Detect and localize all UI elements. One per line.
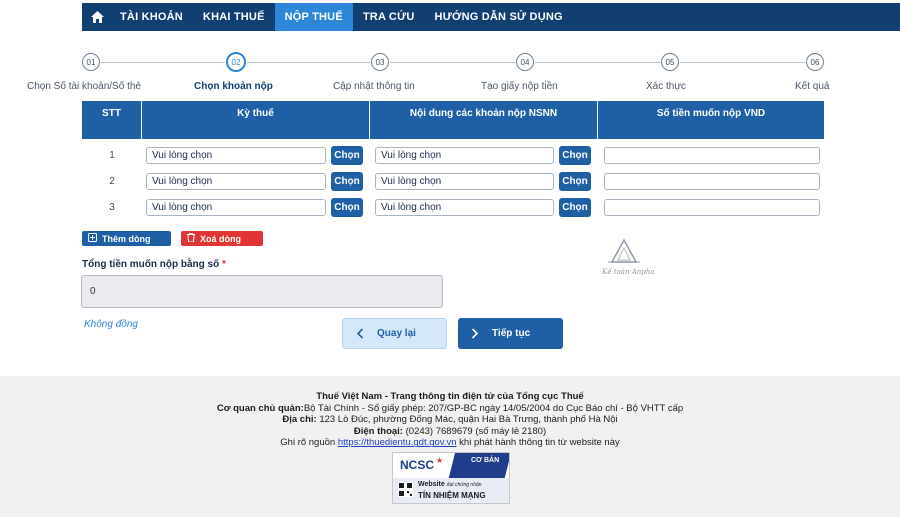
back-button-label: Quay lại <box>377 328 416 339</box>
column-header-noi-dung: Nội dung các khoản nộp NSNN <box>370 101 598 139</box>
step-4-number: 04 <box>516 53 534 71</box>
tax-period-select[interactable]: Vui lòng chọn <box>146 146 326 164</box>
step-4-label: Tạo giấy nộp tiền <box>481 81 558 92</box>
nav-item-nop-thue[interactable]: NỘP THUẾ <box>274 3 353 31</box>
column-header-ky-thue: Kỳ thuế <box>142 101 370 139</box>
watermark-logo: Kế toán Anpha <box>602 238 655 283</box>
nav-item-tai-khoan[interactable]: TÀI KHOẢN <box>110 3 193 31</box>
continue-button-label: Tiếp tục <box>492 328 531 339</box>
nav-item-tra-cuu[interactable]: TRA CỨU <box>353 3 425 31</box>
total-amount-label-text: Tổng tiền muốn nộp bằng số <box>82 259 220 270</box>
choose-tax-period-button[interactable]: Chọn <box>331 171 363 191</box>
add-row-label: Thêm dòng <box>102 233 151 244</box>
ncsc-badge-line2: TÍN NHIỆM MẠNG <box>418 491 486 500</box>
step-connector <box>247 62 370 63</box>
home-icon[interactable] <box>84 3 110 31</box>
required-mark: * <box>221 259 226 270</box>
trash-icon <box>187 233 195 244</box>
step-1-label: Chọn Số tài khoản/Số thẻ <box>27 81 141 92</box>
footer-site-title: Thuế Việt Nam - Trang thông tin điện tử … <box>316 391 584 402</box>
choose-tax-period-button[interactable]: Chọn <box>331 145 363 165</box>
chevron-right-icon <box>458 326 492 342</box>
step-3-label: Cập nhật thông tin <box>333 81 415 92</box>
step-3-number: 03 <box>371 53 389 71</box>
choose-tax-period-button[interactable]: Chọn <box>331 197 363 217</box>
ncsc-org-label: NCSC <box>400 458 435 472</box>
add-row-button[interactable]: Thêm dòng <box>82 231 171 246</box>
qr-code-icon <box>398 482 413 497</box>
row-number: 2 <box>109 175 115 187</box>
column-header-stt: STT <box>82 101 142 139</box>
tax-period-select[interactable]: Vui lòng chọn <box>146 172 326 190</box>
back-button[interactable]: Quay lại <box>342 318 447 349</box>
step-5-label: Xác thực <box>646 81 687 92</box>
amount-input[interactable] <box>604 146 820 164</box>
table-row: 2 Vui lòng chọn Chọn Vui lòng chọn Chọn <box>82 168 824 194</box>
footer-phone: Điện thoại: (0243) 7689679 (số máy lẻ 21… <box>353 425 547 437</box>
delete-row-label: Xoá dòng <box>200 233 241 244</box>
total-amount-field: 0 <box>81 275 443 308</box>
ncsc-level-label: CƠ BẢN <box>471 457 500 464</box>
row-number: 1 <box>109 149 115 161</box>
total-amount-label: Tổng tiền muốn nộp bằng số * <box>82 259 226 270</box>
step-6-number: 06 <box>806 53 824 71</box>
column-header-so-tien: Số tiền muốn nộp VND <box>656 108 766 119</box>
step-2-label: Chọn khoản nộp <box>194 81 273 92</box>
choose-payment-content-button[interactable]: Chọn <box>559 171 591 191</box>
footer-agency: Cơ quan chủ quản:Bộ Tài Chính - Số giấy … <box>216 402 684 414</box>
star-icon: ★ <box>436 456 444 465</box>
ncsc-badge-line1: Website đạt chứng nhận <box>418 481 482 488</box>
step-1-number: 01 <box>82 53 100 71</box>
amount-input[interactable] <box>604 198 820 216</box>
payment-content-select[interactable]: Vui lòng chọn <box>375 198 554 216</box>
step-connector <box>101 62 225 63</box>
nav-item-huong-dan[interactable]: HƯỚNG DẪN SỬ DỤNG <box>425 3 573 31</box>
payment-content-select[interactable]: Vui lòng chọn <box>375 172 554 190</box>
total-amount-in-words: Không đồng <box>84 319 138 330</box>
stepper: 01 02 03 04 05 06 Chọn Số tài khoản/Số t… <box>0 50 900 100</box>
plus-square-icon <box>88 233 97 244</box>
ncsc-trust-badge[interactable]: NCSC ★ CƠ BẢN Website đạt chứng nhận TÍN… <box>392 452 510 504</box>
tax-period-select[interactable]: Vui lòng chọn <box>146 198 326 216</box>
step-6-label: Kết quả <box>795 81 830 92</box>
table-row: 3 Vui lòng chọn Chọn Vui lòng chọn Chọn <box>82 194 824 220</box>
table-header: STT Kỳ thuế Nội dung các khoản nộp NSNN … <box>82 101 824 139</box>
amount-input[interactable] <box>604 172 820 190</box>
watermark-text: Kế toán Anpha <box>602 268 655 276</box>
footer-address: Địa chỉ: 123 Lò Đúc, phường Đống Mác, qu… <box>282 414 618 426</box>
step-connector <box>390 62 515 63</box>
step-5-number: 05 <box>661 53 679 71</box>
row-number: 3 <box>109 201 115 213</box>
table-row: 1 Vui lòng chọn Chọn Vui lòng chọn Chọn <box>82 142 824 168</box>
payment-content-select[interactable]: Vui lòng chọn <box>375 146 554 164</box>
step-connector <box>535 62 660 63</box>
step-2-number: 02 <box>226 52 246 72</box>
footer-source-link[interactable]: https://thuedientu.gdt.gov.vn <box>338 437 457 448</box>
footer-source: Ghi rõ nguồn https://thuedientu.gdt.gov.… <box>280 437 620 449</box>
choose-payment-content-button[interactable]: Chọn <box>559 145 591 165</box>
nav-item-khai-thue[interactable]: KHAI THUẾ <box>193 3 275 31</box>
top-nav: TÀI KHOẢN KHAI THUẾ NỘP THUẾ TRA CỨU HƯỚ… <box>82 3 900 31</box>
step-connector <box>680 62 805 63</box>
chevron-left-icon <box>343 326 377 342</box>
delete-row-button[interactable]: Xoá dòng <box>181 231 263 246</box>
continue-button[interactable]: Tiếp tục <box>458 318 563 349</box>
payment-table: STT Kỳ thuế Nội dung các khoản nộp NSNN … <box>82 101 824 220</box>
choose-payment-content-button[interactable]: Chọn <box>559 197 591 217</box>
